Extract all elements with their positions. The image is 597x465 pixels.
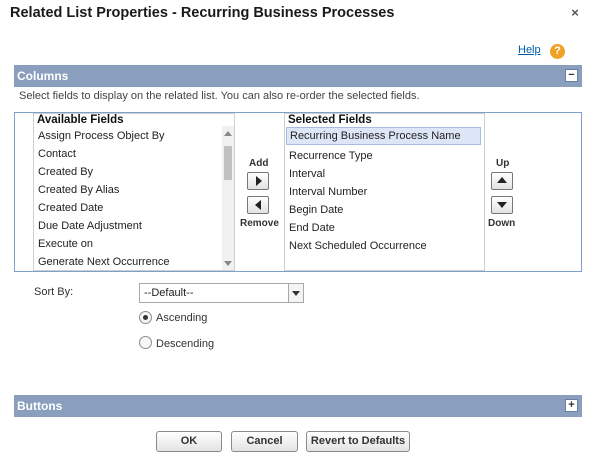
move-down-button[interactable]	[491, 196, 513, 214]
ok-button[interactable]: OK	[156, 431, 222, 452]
arrow-up-icon	[497, 177, 507, 183]
columns-instructions: Select fields to display on the related …	[19, 90, 420, 102]
chevron-down-icon	[292, 291, 300, 296]
available-fields-header: Available Fields	[37, 114, 124, 126]
scroll-up-icon[interactable]	[224, 131, 232, 136]
list-item[interactable]: End Date	[289, 222, 335, 234]
buttons-section-label: Buttons	[17, 399, 63, 413]
buttons-section-header[interactable]: Buttons +	[14, 395, 582, 417]
down-label: Down	[488, 218, 516, 229]
list-item[interactable]: Due Date Adjustment	[38, 220, 142, 232]
add-label: Add	[249, 158, 269, 169]
list-item[interactable]: Generate Next Occurrence	[38, 256, 169, 268]
list-item[interactable]: Next Scheduled Occurrence	[289, 240, 427, 252]
list-item-selected[interactable]: Recurring Business Process Name	[286, 127, 481, 145]
list-item[interactable]: Created Date	[38, 202, 103, 214]
arrow-down-icon	[497, 202, 507, 208]
dialog-title: Related List Properties - Recurring Busi…	[10, 5, 395, 21]
arrow-left-icon	[255, 200, 261, 210]
descending-label: Descending	[156, 338, 215, 350]
sort-by-value: --Default--	[144, 287, 194, 299]
list-item[interactable]: Created By	[38, 166, 93, 178]
up-label: Up	[496, 158, 510, 169]
list-item[interactable]: Interval Number	[289, 186, 367, 198]
sort-by-label: Sort By:	[34, 286, 74, 298]
list-item[interactable]: Begin Date	[289, 204, 343, 216]
selected-fields-list[interactable]: Selected Fields Recurring Business Proce…	[284, 113, 485, 271]
list-item[interactable]: Execute on	[38, 238, 93, 250]
available-fields-list[interactable]: Available Fields Assign Process Object B…	[33, 113, 235, 271]
ascending-radio[interactable]	[139, 311, 152, 324]
revert-to-defaults-button[interactable]: Revert to Defaults	[306, 431, 410, 452]
remove-label: Remove	[240, 218, 279, 229]
list-item[interactable]: Interval	[289, 168, 325, 180]
list-item[interactable]: Contact	[38, 148, 76, 160]
available-scrollbar[interactable]	[222, 126, 234, 270]
columns-section-header[interactable]: Columns −	[14, 65, 582, 87]
dropdown-button[interactable]	[288, 284, 303, 302]
list-item[interactable]: Created By Alias	[38, 184, 119, 196]
add-button[interactable]	[247, 172, 269, 190]
columns-section-label: Columns	[17, 69, 69, 83]
radio-selected-dot	[143, 315, 148, 320]
selected-fields-header: Selected Fields	[288, 114, 372, 126]
descending-radio[interactable]	[139, 336, 152, 349]
move-up-button[interactable]	[491, 172, 513, 190]
help-icon[interactable]: ?	[550, 44, 565, 59]
scroll-down-icon[interactable]	[224, 261, 232, 266]
help-link[interactable]: Help	[518, 44, 541, 56]
expand-icon[interactable]: +	[565, 399, 578, 412]
arrow-right-icon	[256, 176, 262, 186]
scroll-thumb[interactable]	[224, 146, 232, 180]
cancel-button[interactable]: Cancel	[231, 431, 298, 452]
list-item[interactable]: Assign Process Object By	[38, 130, 165, 142]
ascending-label: Ascending	[156, 312, 208, 324]
remove-button[interactable]	[247, 196, 269, 214]
collapse-icon[interactable]: −	[565, 69, 578, 82]
sort-by-select[interactable]: --Default--	[139, 283, 304, 303]
list-item[interactable]: Recurrence Type	[289, 150, 373, 162]
close-icon[interactable]: ×	[568, 6, 582, 20]
